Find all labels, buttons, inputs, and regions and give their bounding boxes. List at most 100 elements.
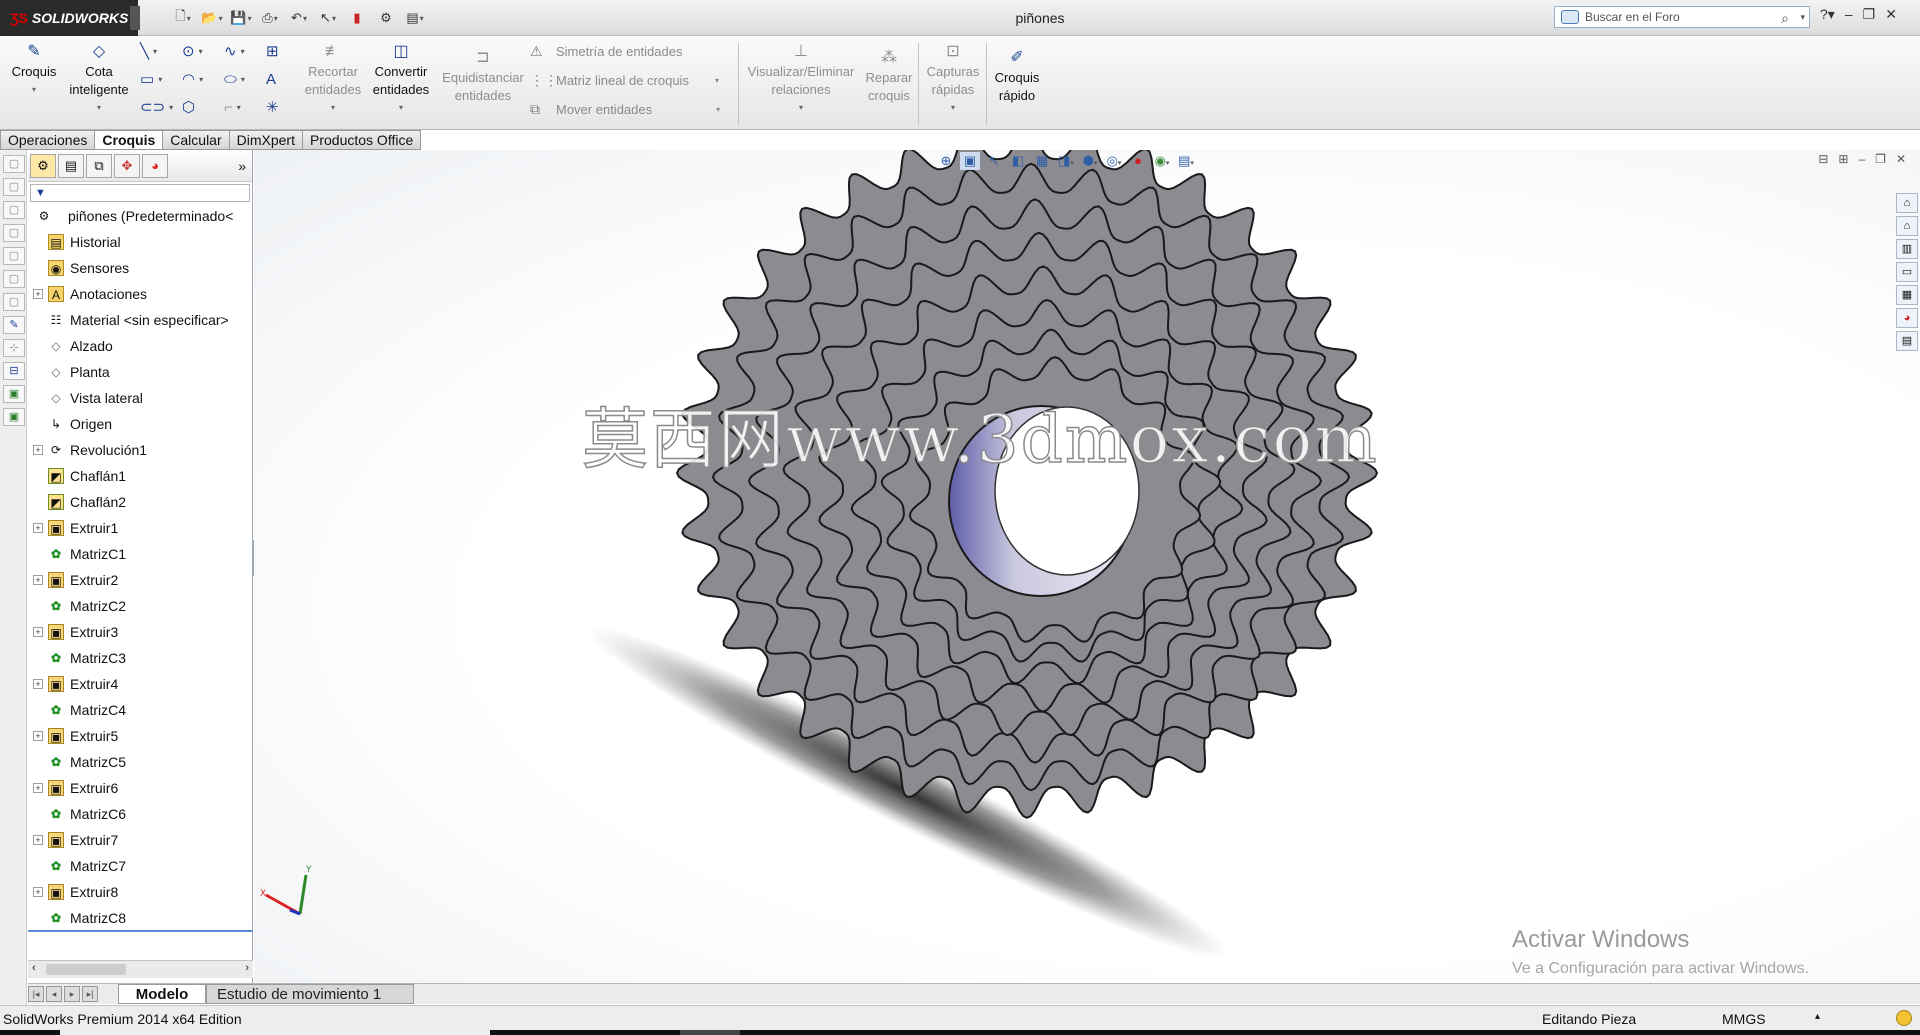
tree-item[interactable]: + ▣ Extruir4 [28, 671, 253, 697]
tree-item[interactable]: + ▣ Extruir2 [28, 567, 253, 593]
customize-icon[interactable]: ▤ ▾ [404, 8, 426, 28]
search-icon[interactable]: ⌕ [1781, 8, 1789, 28]
custom-properties-icon[interactable]: ▤ [1896, 331, 1918, 351]
chevron-down-icon[interactable]: ▾ [1800, 7, 1805, 27]
undo-icon[interactable]: ↶ ▾ [288, 8, 310, 28]
units-dropdown-icon[interactable]: ▴ [1815, 1011, 1820, 1022]
scroll-left-icon[interactable]: ‹ [32, 962, 36, 974]
open-icon[interactable]: 📂 ▾ [201, 8, 223, 28]
hide-show-icon[interactable]: ◎▾ [1104, 152, 1124, 170]
appearances-icon[interactable]: ◕ [1896, 308, 1918, 328]
horizontal-scrollbar[interactable]: ‹ › [28, 960, 253, 978]
last-tab-icon[interactable]: ▸| [82, 986, 98, 1002]
home-icon[interactable]: ⌂ [1896, 216, 1918, 236]
simetria-button[interactable]: ⚠ Simetría de entidades [530, 43, 682, 60]
toolbar-icon[interactable]: ▢ [3, 178, 25, 196]
unit-system[interactable]: MMGS [1722, 1011, 1766, 1027]
first-tab-icon[interactable]: |◂ [28, 986, 44, 1002]
file-explorer-icon[interactable]: ▭ [1896, 262, 1918, 282]
toolbar-icon[interactable]: ▢ [3, 201, 25, 219]
circle-tool-icon[interactable]: ⊙ ▾ [182, 41, 224, 61]
capturas-button[interactable]: ⊡ Capturas rápidas ▾ [922, 41, 984, 117]
view-settings-icon[interactable]: ▤▾ [1176, 152, 1196, 170]
scroll-thumb[interactable] [46, 964, 126, 975]
chevron-down-icon[interactable]: ▾ [744, 99, 858, 117]
new-document-icon[interactable]: 🗋 ▾ [172, 8, 194, 28]
convertir-button[interactable]: ◫ Convertir entidades ▾ [368, 41, 434, 117]
print-icon[interactable]: ⎙ ▾ [259, 8, 281, 28]
tree-item[interactable]: + ▣ Extruir6 [28, 775, 253, 801]
tree-item[interactable]: ✿ MatrizC2 [28, 593, 253, 619]
tree-item[interactable]: + A Anotaciones [28, 281, 253, 307]
tree-root-part[interactable]: ⚙ piñones (Predeterminado< [28, 203, 253, 229]
model-viewport[interactable]: X Y [254, 150, 1920, 983]
expand-icon[interactable]: + [33, 887, 43, 897]
expand-panel-icon[interactable]: » [238, 158, 246, 174]
arc-tool-icon[interactable]: ◠ ▾ [182, 69, 224, 89]
tree-filter-input[interactable]: ▼ [30, 184, 250, 202]
sketch-edit-icon[interactable]: ✎ [3, 316, 25, 334]
toolbar-icon[interactable]: ▢ [3, 293, 25, 311]
dimxpert-tab-icon[interactable]: ✥ [114, 153, 140, 178]
zoom-to-fit-icon[interactable]: ⊕ [936, 152, 956, 170]
appearance-icon[interactable]: ● [1128, 152, 1148, 170]
configuration-tab-icon[interactable]: ⧉ [86, 153, 112, 178]
toolbar-icon[interactable]: ▢ [3, 155, 25, 173]
polygon-tool-icon[interactable]: ⬡ [182, 97, 224, 117]
tree-item[interactable]: ◇ Planta [28, 359, 253, 385]
tree-item[interactable]: ↳ Origen [28, 411, 253, 437]
chevron-down-icon[interactable]: ▾ [6, 81, 62, 99]
design-library-icon[interactable]: ▥ [1896, 239, 1918, 259]
expand-icon[interactable]: + [33, 835, 43, 845]
rollback-bar[interactable] [28, 930, 253, 932]
section-view-icon[interactable]: ◧ [1008, 152, 1028, 170]
restore-icon[interactable]: ❐ [1875, 152, 1886, 166]
dynamic-annotation-icon[interactable]: ▦ [1032, 152, 1052, 170]
tab-operaciones[interactable]: Operaciones [0, 130, 96, 150]
expand-icon[interactable]: + [33, 523, 43, 533]
expand-icon[interactable]: + [33, 679, 43, 689]
tree-item[interactable]: + ▣ Extruir8 [28, 879, 253, 905]
sketch-tool-icon[interactable]: ⊟ [3, 362, 25, 380]
slot-tool-icon[interactable]: ⊂⊃ ▾ [140, 97, 182, 117]
tab-productos-office[interactable]: Productos Office [303, 130, 422, 150]
croquis-rapido-button[interactable]: ✐ Croquis rápido [990, 47, 1044, 105]
close-icon[interactable]: ✕ [1885, 6, 1897, 23]
croquis-button[interactable]: ✎ Croquis ▾ [6, 41, 62, 99]
chevron-down-icon[interactable]: ▾ [922, 99, 984, 117]
tree-item[interactable]: ◇ Vista lateral [28, 385, 253, 411]
smart-dimension-button[interactable]: ◇ Cota inteligente ▾ [66, 41, 132, 117]
help-icon[interactable]: ?▾ [1820, 6, 1835, 23]
tab-modelo[interactable]: Modelo [118, 984, 206, 1004]
rebuild-icon[interactable]: ▮ [346, 8, 368, 28]
menu-flyout-arrow[interactable] [130, 6, 140, 30]
tree-item[interactable]: + ▣ Extruir1 [28, 515, 253, 541]
tree-item[interactable]: ✿ MatrizC5 [28, 749, 253, 775]
scene-icon[interactable]: ◉▾ [1152, 152, 1172, 170]
equidistanciar-button[interactable]: ⊐ Equidistanciar entidades [438, 47, 528, 105]
reparar-button[interactable]: ⁂ Reparar croquis [862, 47, 916, 105]
forum-search-input[interactable]: Buscar en el Foro ⌕ ▾ [1554, 6, 1810, 28]
zoom-area-icon[interactable]: ▣ [960, 152, 980, 170]
chevron-down-icon[interactable]: ▾ [716, 105, 720, 114]
tree-item[interactable]: ◩ Chaflán2 [28, 489, 253, 515]
solidworks-logo[interactable]: ƷS SOLIDWORKS [0, 0, 138, 36]
close-icon[interactable]: ✕ [1896, 152, 1906, 166]
rebuild-status-icon[interactable] [1896, 1010, 1912, 1026]
expand-icon[interactable]: + [33, 289, 43, 299]
tree-item[interactable]: ◉ Sensores [28, 255, 253, 281]
expand-icon[interactable]: + [33, 445, 43, 455]
chevron-down-icon[interactable]: ▾ [66, 99, 132, 117]
split-vertical-icon[interactable]: ⊞ [1838, 152, 1848, 166]
options-icon[interactable]: ⚙ [375, 8, 397, 28]
resources-icon[interactable]: ⌂ [1896, 193, 1918, 213]
tree-item[interactable]: ✿ MatrizC7 [28, 853, 253, 879]
save-icon[interactable]: 💾 ▾ [230, 8, 252, 28]
display-style-icon[interactable]: ⬢▾ [1080, 152, 1100, 170]
tree-item[interactable]: ✿ MatrizC6 [28, 801, 253, 827]
tree-item[interactable]: ✿ MatrizC8 [28, 905, 253, 931]
tree-item[interactable]: ◩ Chaflán1 [28, 463, 253, 489]
expand-icon[interactable]: + [33, 627, 43, 637]
tree-item[interactable]: + ▣ Extruir7 [28, 827, 253, 853]
chevron-down-icon[interactable]: ▾ [368, 99, 434, 117]
